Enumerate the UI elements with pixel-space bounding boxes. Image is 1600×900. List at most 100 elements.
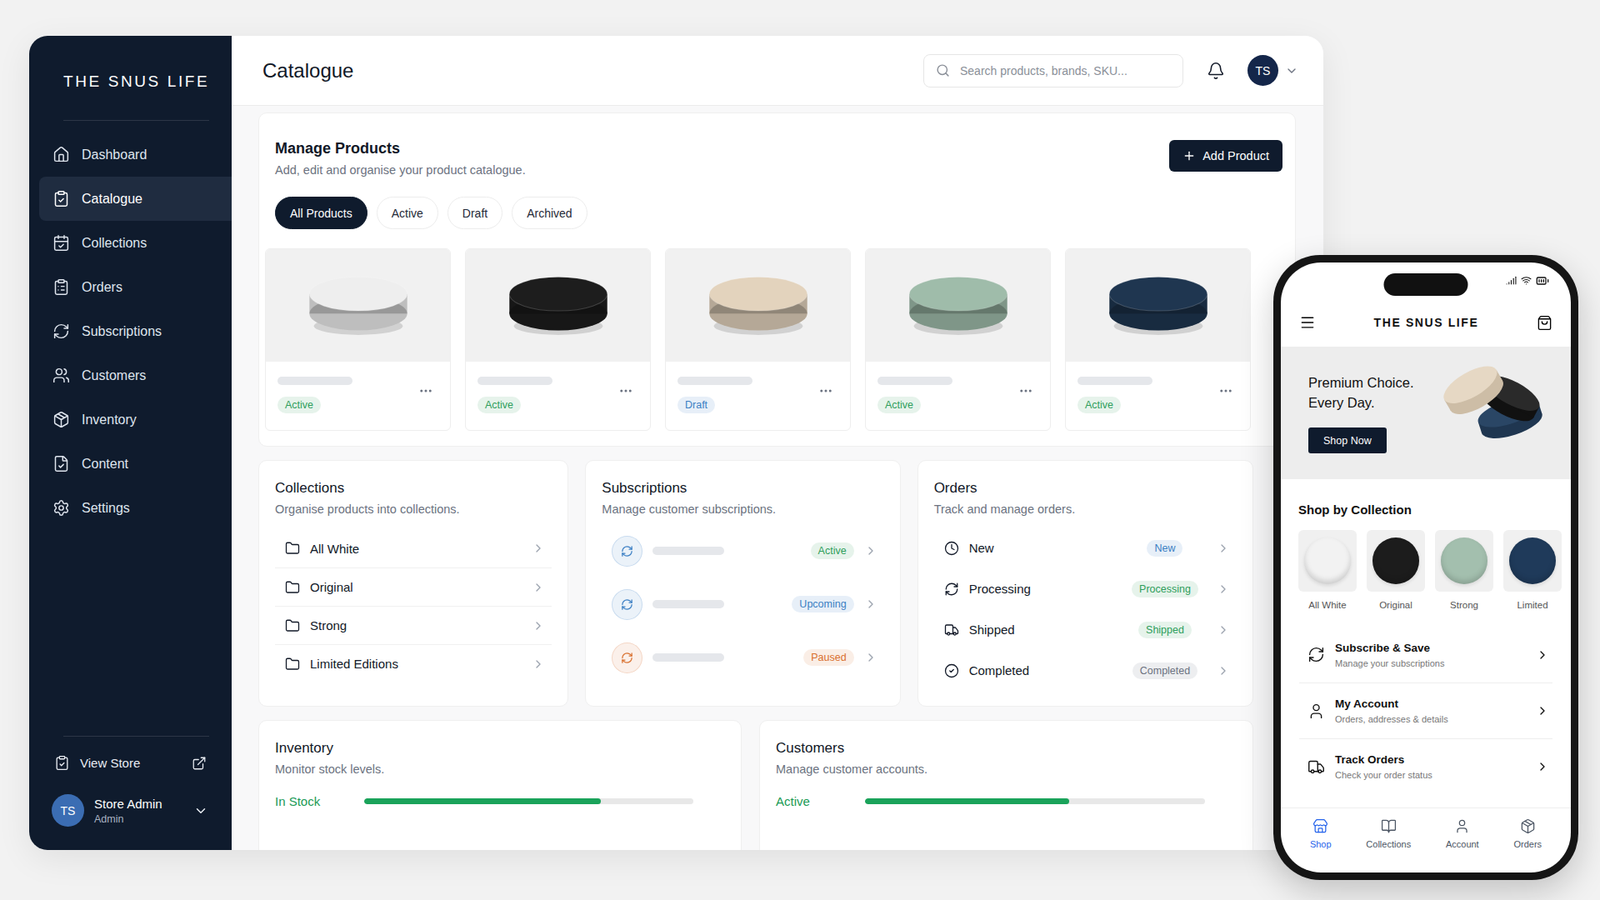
chevron-right-icon [1535,760,1550,774]
sidebar-item[interactable]: Settings [39,485,232,530]
account-menu[interactable]: TS [1247,55,1299,86]
nav-tab[interactable]: Collections [1365,818,1411,861]
collection-row[interactable]: Strong [275,605,552,645]
sidebar-item[interactable]: Customers [39,353,232,398]
more-button[interactable] [618,383,634,399]
sidebar-nav: DashboardCatalogueCollectionsOrdersSubsc… [29,120,232,530]
filter-tab[interactable]: Active [376,196,439,230]
order-row[interactable]: NewNew [934,527,1237,569]
menu-title: Subscribe & Save [1335,641,1526,655]
card-title: Inventory [275,740,725,757]
more-button[interactable] [1018,383,1034,399]
more-button[interactable] [818,383,834,399]
folder-icon [285,580,300,595]
sidebar-item[interactable]: Subscriptions [39,309,232,354]
collection-tile[interactable]: All White [1298,530,1357,610]
product-meta: Active [877,376,953,414]
search-input[interactable] [958,63,1171,79]
truck-icon [1307,758,1325,776]
bottom-nav: Shop Collections Account Orders [1280,807,1571,873]
sidebar-item[interactable]: Catalogue [39,176,232,221]
name-placeholder [877,376,953,385]
filter-tab[interactable]: Archived [511,196,587,230]
subscription-row[interactable]: Paused [601,630,884,685]
sidebar-item[interactable]: Dashboard [39,132,232,177]
package-icon [1520,818,1536,835]
chevron-right-icon [1216,623,1230,637]
shop-now-button[interactable]: Shop Now [1308,427,1387,454]
phone-brand[interactable]: THE SNUS LIFE [1374,315,1480,330]
ellipsis-icon [818,383,834,399]
progress-track [364,798,694,805]
hero-text: Premium Choice.Every Day.Shop Now [1308,372,1415,454]
subscription-icon-wrap [611,642,643,674]
nav-tab[interactable]: Account [1445,818,1480,861]
collection-row[interactable]: Original [275,567,552,606]
sidebar-item[interactable]: Content [39,441,232,486]
order-row[interactable]: CompletedCompleted [934,650,1237,691]
product-card[interactable]: Active [465,248,651,431]
order-row[interactable]: ShippedShipped [934,609,1237,650]
nav-tab[interactable]: Shop [1310,818,1332,861]
collection-tile[interactable]: Original [1366,530,1425,610]
sidebar: THE SNUS LIFEDashboardCatalogueCollectio… [29,35,232,850]
clipboard-icon [52,278,70,296]
search-box[interactable] [923,54,1184,88]
hero-line: Every Day. [1308,392,1375,413]
status-badge: Active [877,396,921,414]
user-menu[interactable]: TSStore AdminAdmin [29,787,232,850]
chevron [1216,664,1230,678]
check-circle-icon [944,663,960,679]
chevron-right-icon [531,541,545,555]
product-footer: Active [865,361,1050,430]
external-link-icon [191,755,207,771]
collection-row[interactable]: All White [275,529,552,568]
subscription-row[interactable]: Upcoming [601,577,884,631]
truck-icon [944,622,960,638]
product-card[interactable]: Active [265,248,451,431]
status-badge: Active [810,542,855,560]
more-button[interactable] [418,383,434,399]
tin-icon [1372,537,1420,585]
brand-logo[interactable]: THE SNUS LIFE [29,35,232,120]
menu-row[interactable]: My AccountOrders, addresses & details [1299,682,1553,739]
book-icon [1380,818,1397,835]
collection-tile[interactable]: Strong [1435,530,1494,610]
dynamic-island [1384,273,1469,296]
nav-tab[interactable]: Orders [1513,818,1542,861]
product-card[interactable]: Active [865,248,1051,431]
chevron-right-icon [864,544,878,558]
nav-tab-label: Account [1445,839,1480,850]
chevron-right-icon [1216,541,1230,555]
subscription-row[interactable]: Active [601,524,884,578]
sidebar-item[interactable]: Orders [39,265,232,310]
tin-icon [1304,537,1351,585]
filter-tab[interactable]: All Products [275,196,368,230]
menu-row[interactable]: Track OrdersCheck your order status [1299,738,1553,795]
menu-row[interactable]: Subscribe & SaveManage your subscription… [1299,626,1553,683]
product-tin-icon [305,272,412,339]
menu-text: My AccountOrders, addresses & details [1335,697,1526,725]
divider [63,120,210,121]
sidebar-item-label: Content [81,456,129,472]
calendar-icon [52,234,70,252]
order-row[interactable]: ProcessingProcessing [934,568,1237,610]
sidebar-item[interactable]: Inventory [39,397,232,442]
more-button[interactable] [1218,383,1234,399]
name-placeholder [1077,376,1153,385]
ellipsis-icon [618,383,634,399]
view-store-link[interactable]: View Store [29,736,232,788]
tin-icon [1440,537,1488,585]
nav-tab-label: Shop [1310,839,1332,850]
collection-row[interactable]: Limited Editions [275,644,552,683]
level-label: Active [775,794,865,809]
filter-tab[interactable]: Draft [447,196,503,230]
progress-fill [364,798,601,805]
add-product-button[interactable]: Add Product [1169,140,1283,172]
collection-tile[interactable]: Limited [1503,530,1562,610]
sidebar-item[interactable]: Collections [39,220,232,265]
tile-label: Original [1379,600,1413,610]
collection-name: Limited Editions [310,656,522,671]
product-card[interactable]: Active [1065,248,1251,431]
product-card[interactable]: Draft [665,248,851,431]
